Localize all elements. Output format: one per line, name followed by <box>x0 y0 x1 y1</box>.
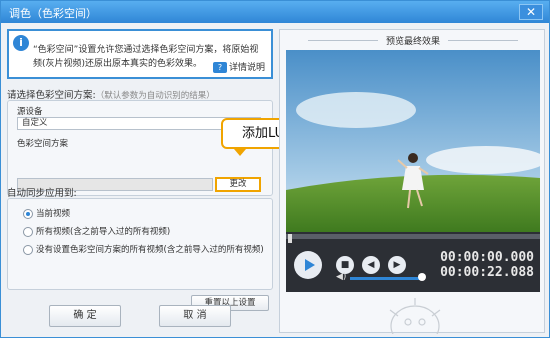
sync-section: 自动同步应用到: 当前视频 所有视频(含之前导入过的所有视频) 没有设置色彩空间… <box>7 185 273 325</box>
player-controls: ■ ◀ ▶ ◀) 00:00:00.000 00:00:22.088 <box>286 232 540 292</box>
settings-panel: i “色彩空间”设置允许您通过选择色彩空间方案，将原始视频(灰片视频)还原出原本… <box>7 29 339 311</box>
callout-arrow <box>234 149 246 156</box>
cancel-button[interactable]: 取 消 <box>159 305 231 327</box>
volume-handle[interactable] <box>418 273 426 281</box>
color-space-dialog: 调色（色彩空间） ✕ i “色彩空间”设置允许您通过选择色彩空间方案，将原始视频… <box>0 0 550 338</box>
info-icon: i <box>13 35 29 51</box>
radio-unchecked[interactable] <box>23 244 33 255</box>
preview-video <box>286 50 540 232</box>
sync-option-label: 所有视频(含之前导入过的所有视频) <box>36 227 171 237</box>
sync-option-label: 没有设置色彩空间方案的所有视频(含之前导入过的所有视频) <box>36 245 264 255</box>
radio-unchecked[interactable] <box>23 226 33 237</box>
sync-option-label: 当前视频 <box>36 209 71 219</box>
source-label: 源设备 <box>17 107 43 117</box>
title-bar: 调色（色彩空间） ✕ <box>1 1 549 23</box>
radio-checked[interactable] <box>23 208 33 219</box>
preview-panel: 预览最终效果 ■ ◀ ▶ ◀) 00:00:00.000 00:00:22.08… <box>279 29 546 334</box>
sync-option-all[interactable]: 所有视频(含之前导入过的所有视频) <box>23 225 170 237</box>
mascot-illustration <box>389 298 441 334</box>
help-icon: ? <box>212 62 227 73</box>
play-button[interactable] <box>294 251 322 279</box>
volume-slider[interactable] <box>350 277 422 280</box>
scheme-section: 请选择色彩空间方案:（默认参数为自动识别的结果） 源设备 自定义 色彩空间方案 … <box>7 87 339 197</box>
close-button[interactable]: ✕ <box>519 4 543 20</box>
detail-link[interactable]: ? 详情说明 <box>212 60 265 73</box>
progress-handle[interactable] <box>288 234 292 243</box>
current-time: 00:00:00.000 <box>440 250 534 265</box>
sync-option-unset[interactable]: 没有设置色彩空间方案的所有视频(含之前导入过的所有视频) <box>23 243 264 255</box>
window-title: 调色（色彩空间） <box>9 7 97 20</box>
detail-link-label: 详情说明 <box>228 63 265 73</box>
info-box: i “色彩空间”设置允许您通过选择色彩空间方案，将原始视频(灰片视频)还原出原本… <box>7 29 273 79</box>
sync-option-current[interactable]: 当前视频 <box>23 207 70 219</box>
video-frame-image <box>286 50 540 232</box>
next-frame-button[interactable]: ▶ <box>388 256 406 274</box>
preview-title: 预览最终效果 <box>280 34 546 47</box>
total-time: 00:00:22.088 <box>440 265 534 280</box>
previous-frame-button[interactable]: ◀ <box>362 256 380 274</box>
colorspace-label: 色彩空间方案 <box>17 139 69 149</box>
progress-bar[interactable] <box>286 234 540 243</box>
sync-title: 自动同步应用到: <box>7 188 77 199</box>
scheme-title: 请选择色彩空间方案:（默认参数为自动识别的结果） <box>7 87 273 101</box>
ok-button[interactable]: 确 定 <box>49 305 121 327</box>
volume-icon[interactable]: ◀) <box>336 272 346 282</box>
